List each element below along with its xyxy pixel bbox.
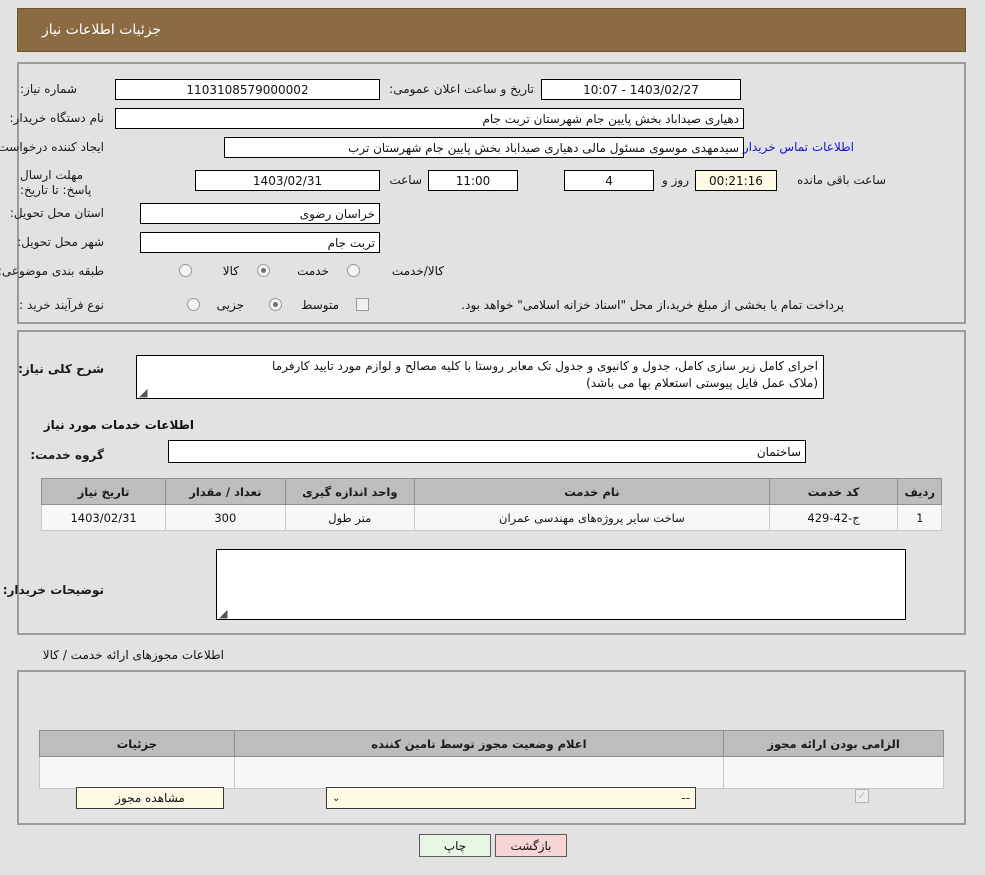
buyer-contact-link[interactable]: اطلاعات تماس خریدار	[744, 140, 855, 154]
th-unit: واحد اندازه گیری	[285, 478, 417, 505]
radio-process-jozii[interactable]	[188, 298, 201, 311]
countdown-timer-field: 00:21:16	[696, 170, 778, 191]
deadline-label: مهلت ارسال پاسخ: تا تاریخ:	[21, 168, 93, 197]
cell-need-date: 1403/02/31	[41, 504, 168, 531]
cell-service-name: ساخت سایر پروژه‌های مهندسی عمران	[415, 504, 771, 531]
buyer-org-label: نام دستگاه خریدار:	[10, 111, 106, 125]
process-type-label: نوع فرآیند خرید :	[20, 298, 105, 312]
th-permit-required: الزامی بودن ارائه مجوز	[724, 730, 945, 757]
deadline-time-field[interactable]: 11:00	[429, 170, 519, 191]
general-description-line-2: (ملاک عمل فایل پیوستی استعلام بها می باش…	[587, 376, 819, 390]
permits-table: الزامی بودن ارائه مجوز اعلام وضعیت مجوز …	[40, 730, 945, 789]
radio-classification-kala-khedmat-label: کالا/خدمت	[392, 264, 445, 278]
permit-status-select[interactable]: -- ⌄	[327, 787, 697, 809]
requester-label: ایجاد کننده درخواست:	[0, 140, 105, 154]
page-title: جزئیات اطلاعات نیاز	[43, 22, 163, 38]
days-and-label: روز و	[663, 173, 690, 187]
radio-classification-kala-khedmat[interactable]	[348, 264, 361, 277]
buyer-notes-label: توضیحات خریدار:	[3, 583, 105, 597]
need-number-label: شماره نیاز:	[21, 82, 78, 96]
treasury-docs-note: پرداخت تمام یا بخشی از مبلغ خرید،از محل …	[462, 298, 845, 312]
view-permit-button[interactable]: مشاهده مجوز	[77, 787, 225, 809]
th-quantity: تعداد / مقدار	[166, 478, 287, 505]
cell-permit-status	[234, 756, 726, 789]
services-table: ردیف کد خدمت نام خدمت واحد اندازه گیری ت…	[41, 478, 943, 531]
resize-grip-icon[interactable]: ◣	[140, 386, 149, 398]
remaining-days-field: 4	[565, 170, 655, 191]
cell-service-code: ج-42-429	[769, 504, 900, 531]
general-description-label: شرح کلی نیاز:	[19, 362, 105, 376]
classification-label: طبقه بندی موضوعی:	[0, 264, 105, 278]
summary-panel	[18, 62, 967, 324]
resize-grip-icon-notes[interactable]: ◣	[220, 607, 229, 619]
buyer-notes-textarea[interactable]: ◣	[217, 549, 907, 620]
buyer-org-field[interactable]: دهیاری صیداباد بخش پایین جام شهرستان ترب…	[116, 108, 745, 129]
hour-label: ساعت	[390, 173, 423, 187]
th-permit-details: جزئیات	[40, 730, 236, 757]
radio-classification-khedmat-label: خدمت	[298, 264, 330, 278]
radio-classification-khedmat[interactable]	[258, 264, 271, 277]
need-number-field[interactable]: 1103108579000002	[116, 79, 381, 100]
services-info-title: اطلاعات خدمات مورد نیاز	[44, 418, 195, 432]
th-need-date: تاریخ نیاز	[41, 478, 168, 505]
city-field[interactable]: تربت جام	[141, 232, 381, 253]
requester-field[interactable]: سیدمهدی موسوی مسئول مالی دهیاری صیداباد …	[225, 137, 745, 158]
general-description-textarea[interactable]: اجرای کامل زیر سازی کامل، جدول و کانیوی …	[137, 355, 825, 399]
cell-unit: متر طول	[285, 504, 417, 531]
radio-process-motavasset-label: متوسط	[302, 298, 340, 312]
print-button[interactable]: چاپ	[420, 834, 492, 857]
radio-process-motavasset[interactable]	[270, 298, 283, 311]
page-root: AriaTender.net جزئیات اطلاعات نیاز شماره…	[0, 0, 985, 875]
service-group-label: گروه خدمت:	[31, 448, 105, 462]
remaining-hours-label: ساعت باقی مانده	[797, 173, 887, 187]
city-label: شهر محل تحویل:	[18, 235, 105, 249]
th-row-number: ردیف	[898, 478, 943, 505]
public-announce-field[interactable]: 1403/02/27 - 10:07	[542, 79, 742, 100]
page-header-bar: جزئیات اطلاعات نیاز	[18, 8, 967, 52]
general-description-line-1: اجرای کامل زیر سازی کامل، جدول و کانیوی …	[273, 359, 819, 373]
cell-permit-details	[40, 756, 236, 789]
service-group-field[interactable]: ساختمان	[169, 440, 807, 463]
th-service-name: نام خدمت	[415, 478, 771, 505]
province-field[interactable]: خراسان رضوی	[141, 203, 381, 224]
th-service-code: کد خدمت	[769, 478, 900, 505]
radio-classification-kala-label: کالا	[223, 264, 240, 278]
table-row[interactable]	[40, 756, 945, 789]
table-row[interactable]: 1 ج-42-429 ساخت سایر پروژه‌های مهندسی عم…	[41, 504, 943, 531]
th-permit-status: اعلام وضعیت مجوز توسط تامین کننده	[234, 730, 726, 757]
cell-permit-required	[724, 756, 945, 789]
permit-required-checkbox: ✓	[856, 789, 870, 803]
checkbox-treasury-docs[interactable]	[357, 298, 370, 311]
permits-section-title: اطلاعات مجوزهای ارائه خدمت / کالا	[43, 648, 225, 662]
public-announce-label: تاریخ و ساعت اعلان عمومی:	[390, 82, 535, 96]
permits-table-header-row: الزامی بودن ارائه مجوز اعلام وضعیت مجوز …	[40, 730, 945, 757]
cell-row-number: 1	[898, 504, 943, 531]
cell-quantity: 300	[166, 504, 287, 531]
permit-status-select-value: --	[682, 791, 691, 805]
radio-classification-kala[interactable]	[180, 264, 193, 277]
services-table-header-row: ردیف کد خدمت نام خدمت واحد اندازه گیری ت…	[41, 478, 943, 505]
back-button[interactable]: بازگشت	[496, 834, 568, 857]
deadline-date-field[interactable]: 1403/02/31	[196, 170, 381, 191]
province-label: استان محل تحویل:	[10, 206, 105, 220]
chevron-down-icon: ⌄	[333, 792, 342, 804]
radio-process-jozii-label: جزیی	[217, 298, 245, 312]
